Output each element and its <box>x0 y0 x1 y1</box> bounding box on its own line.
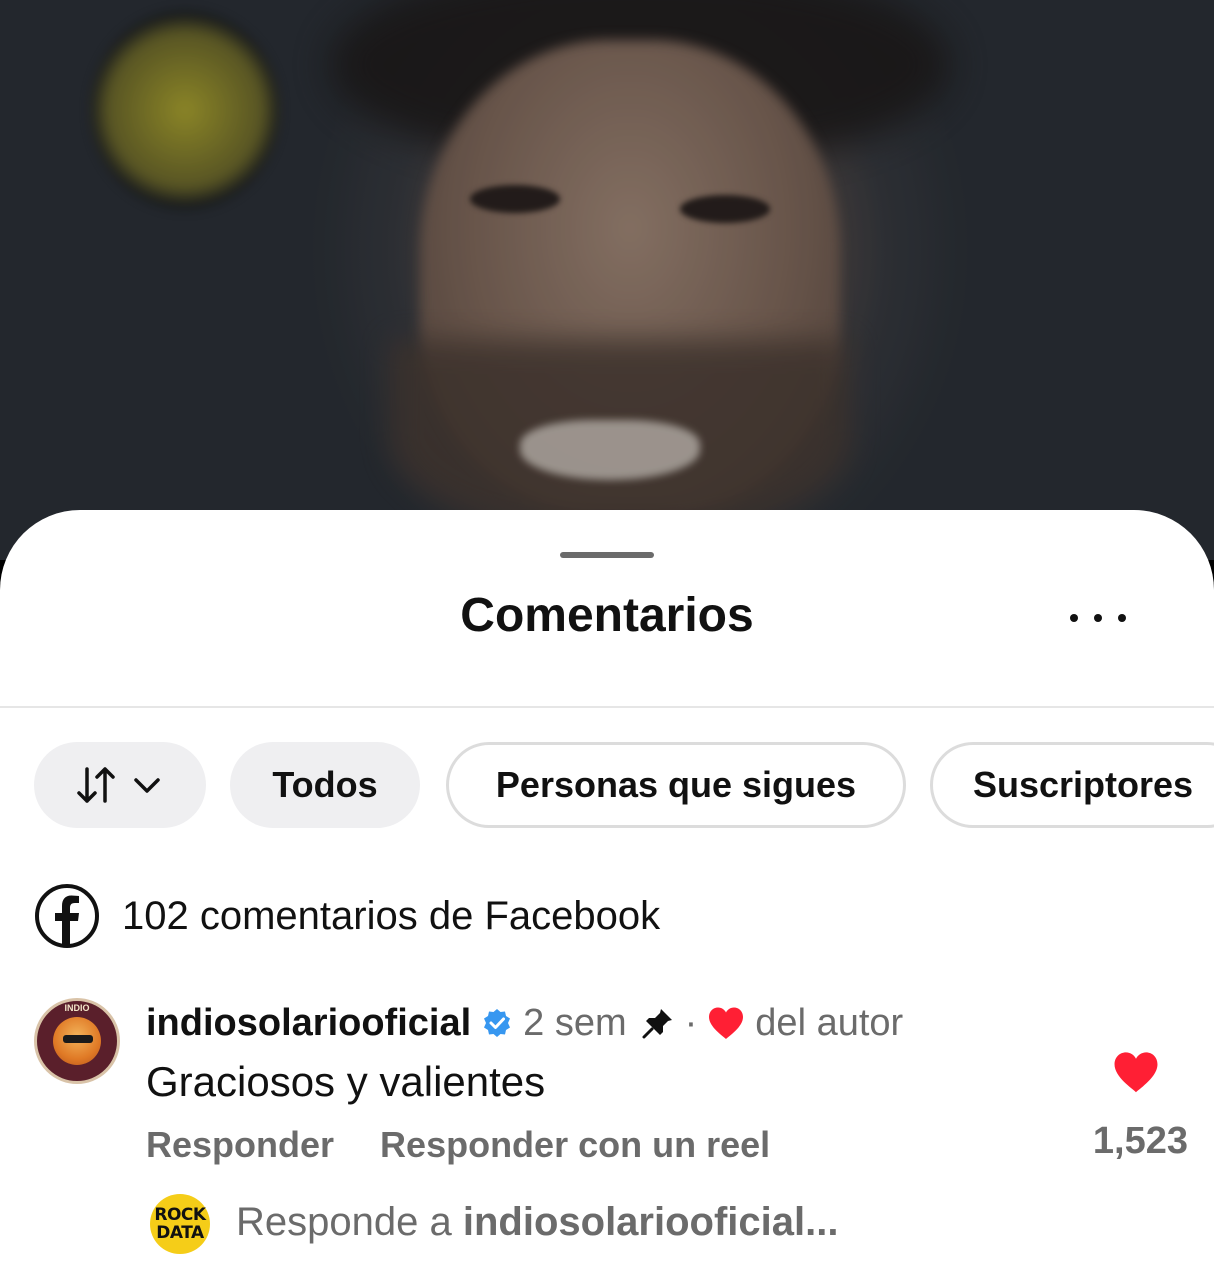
filter-subscribers[interactable]: Suscriptores <box>930 742 1214 828</box>
filter-todos[interactable]: Todos <box>230 742 420 828</box>
sort-arrows-icon <box>77 767 115 803</box>
comment-username[interactable]: indiosolariooficial <box>146 1002 471 1045</box>
avatar-line-1: ROCK <box>154 1205 206 1225</box>
meta-separator: · <box>684 1001 698 1044</box>
reel-video-background[interactable] <box>0 0 1214 560</box>
comment-time: 2 sem <box>523 1001 627 1044</box>
comment-meta: indiosolariooficial 2 sem · del autor <box>146 1000 903 1046</box>
header-divider <box>0 706 1214 708</box>
pin-icon <box>642 1009 672 1039</box>
reply-button[interactable]: Responder <box>146 1124 334 1166</box>
reply-input-target: indiosolariooficial... <box>462 1200 839 1244</box>
sheet-drag-handle[interactable] <box>560 552 654 558</box>
filter-people-you-follow[interactable]: Personas que sigues <box>446 742 906 828</box>
reply-input[interactable]: Responde a indiosolariooficial... <box>236 1200 838 1245</box>
reply-input-prefix: Responde a <box>236 1200 452 1244</box>
sort-button[interactable] <box>34 742 206 828</box>
heart-icon <box>709 1007 744 1039</box>
comment-text: Graciosos y valientes <box>146 1058 546 1105</box>
avatar-brand-text: INDIO <box>64 1003 90 1013</box>
more-options-icon[interactable] <box>1070 604 1126 632</box>
chevron-down-icon <box>134 778 160 793</box>
facebook-icon <box>35 884 99 948</box>
comment-actions: Responder Responder con un reel <box>146 1124 770 1166</box>
avatar[interactable]: INDIO <box>34 998 120 1084</box>
facebook-comments-row[interactable]: 102 comentarios de Facebook <box>34 882 660 950</box>
avatar-line-2: DATA <box>156 1223 204 1243</box>
like-heart-icon[interactable] <box>1112 1050 1160 1094</box>
page-title: Comentarios <box>460 589 754 642</box>
comments-sheet: Comentarios Todos Personas que sigues Su… <box>0 510 1214 1280</box>
facebook-comments-label: 102 comentarios de Facebook <box>122 893 661 938</box>
author-like-label: del autor <box>755 1001 904 1044</box>
video-dim-overlay <box>0 0 1214 560</box>
reply-with-reel-button[interactable]: Responder con un reel <box>380 1124 770 1166</box>
like-count: 1,523 <box>1092 1120 1188 1162</box>
current-user-avatar: ROCK DATA <box>150 1194 210 1254</box>
verified-badge-icon <box>484 1009 511 1037</box>
